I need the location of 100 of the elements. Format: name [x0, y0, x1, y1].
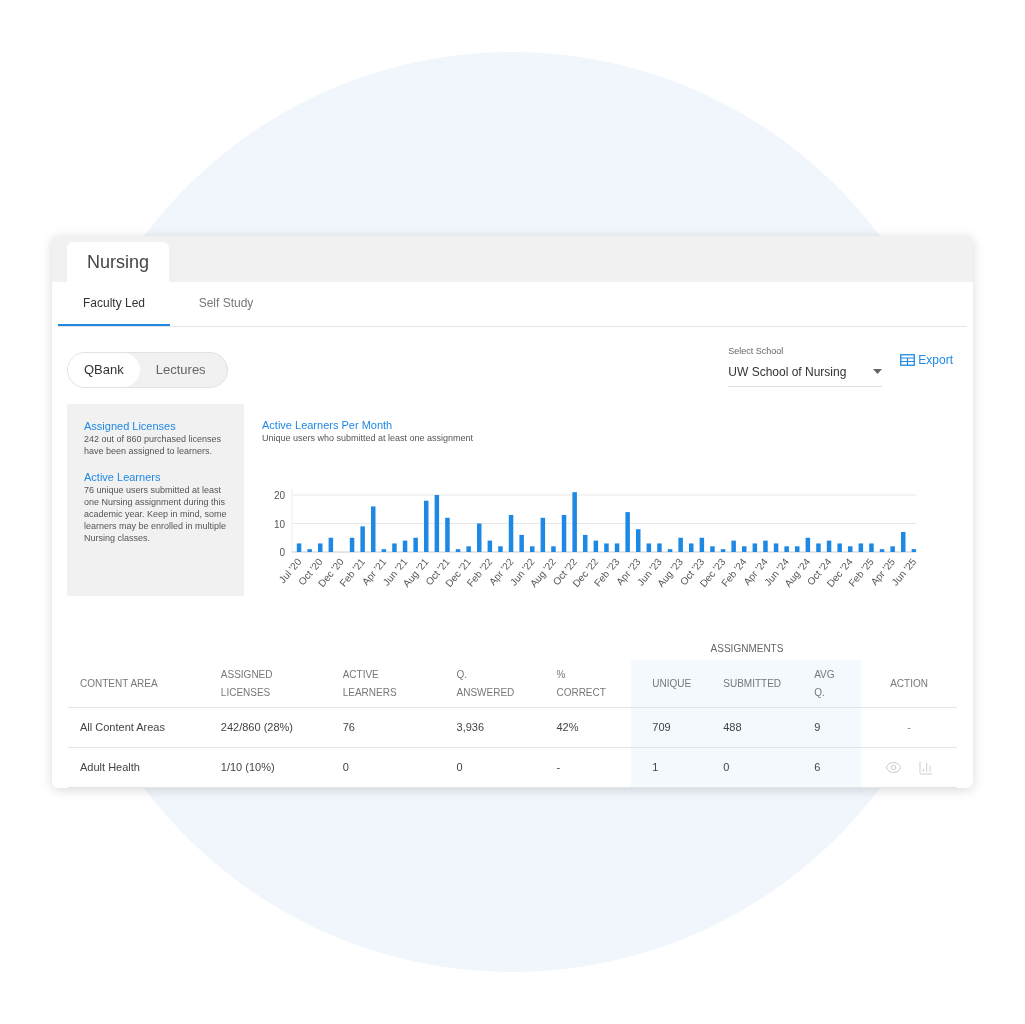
- bar: [773, 543, 779, 552]
- bar: [752, 543, 758, 552]
- bar: [784, 546, 789, 552]
- bar: [890, 546, 895, 552]
- column-header: CONTENT AREA: [80, 676, 158, 691]
- table-cell-text: 6: [814, 760, 821, 776]
- bar: [572, 492, 577, 552]
- bar: [318, 543, 323, 552]
- bar: [657, 543, 662, 552]
- summary-title: Active Learners: [84, 471, 162, 484]
- column-header: ACTIVE LEARNERS: [342, 667, 397, 700]
- bar: [561, 514, 567, 552]
- summary-text: 76 unique users submitted at least one Nursing assignment during this academic year. Keep in mind, some learners may be enrolled in multiple Nursing classes.: [84, 484, 227, 544]
- bar: [508, 514, 514, 552]
- tab[interactable]: Self Study: [170, 282, 282, 326]
- bar: [763, 540, 768, 552]
- dropdown-caret-icon: [873, 369, 883, 375]
- toggle-option[interactable]: QBank: [68, 353, 140, 387]
- bar: [434, 495, 440, 552]
- bar: [530, 546, 535, 552]
- chart-subtitle: Unique users who submitted at least one assignment: [262, 432, 475, 444]
- bar: [710, 546, 715, 552]
- table-cell-text: 76: [342, 720, 355, 736]
- bar-chart-icon[interactable]: [917, 759, 934, 776]
- bar: [911, 549, 917, 552]
- summary-text: 242 out of 860 purchased licenses have been assigned to learners.: [84, 433, 223, 457]
- bar: [307, 549, 312, 552]
- table-cell-text: -: [556, 760, 561, 776]
- bar: [349, 537, 355, 552]
- bar: [805, 537, 811, 552]
- table-cell-text: -: [907, 720, 911, 736]
- summary-title: Assigned Licenses: [84, 420, 177, 433]
- bar: [678, 537, 683, 552]
- table-cell-text: All Content Areas: [80, 720, 165, 736]
- toggle-option[interactable]: Lectures: [139, 353, 222, 387]
- table-cell-text: 1: [652, 760, 659, 776]
- bar: [795, 546, 800, 552]
- bar: [455, 549, 461, 552]
- bar: [402, 540, 408, 552]
- bar: [901, 532, 906, 552]
- bar: [636, 529, 641, 552]
- bar: [477, 523, 482, 552]
- bar: [296, 543, 302, 552]
- table-icon: [900, 354, 916, 367]
- column-header: AVG Q.: [814, 667, 835, 700]
- column-header: Q. ANSWERED: [456, 667, 515, 700]
- y-axis-label: 0: [279, 547, 285, 558]
- bar: [879, 549, 885, 552]
- bar: [360, 526, 365, 552]
- table-cell-text: 3,936: [456, 720, 485, 736]
- table-cell-text: 42%: [556, 720, 579, 736]
- table-cell-text: Adult Health: [80, 760, 140, 776]
- bar: [593, 540, 599, 552]
- bar: [328, 537, 334, 552]
- table-cell-text: 9: [814, 720, 821, 736]
- bar: [519, 534, 524, 552]
- chart-title: Active Learners Per Month: [262, 419, 394, 432]
- bar: [540, 517, 546, 552]
- table-cell-text: 0: [342, 760, 349, 776]
- bar: [381, 549, 387, 552]
- table-cell-text: 0: [456, 760, 463, 776]
- bar: [551, 546, 556, 552]
- y-axis-label: 20: [273, 490, 285, 501]
- bar: [858, 543, 864, 552]
- bar: [837, 543, 842, 552]
- column-header: ACTION: [890, 676, 928, 691]
- column-header: ASSIGNED LICENSES: [220, 667, 273, 700]
- table-cell-text: 709: [652, 720, 671, 736]
- bar: [689, 543, 694, 552]
- bar: [498, 546, 503, 552]
- bar: [413, 537, 418, 552]
- bar: [392, 543, 397, 552]
- school-select[interactable]: Select School UW School of Nursing: [728, 345, 883, 387]
- table-cell-text: 488: [723, 720, 742, 736]
- table-cell-text: 242/860 (28%): [220, 720, 293, 736]
- bar: [487, 540, 493, 552]
- bar: [625, 512, 630, 552]
- table-cell-text: 0: [723, 760, 730, 776]
- bar: [466, 546, 471, 552]
- bar: [424, 500, 429, 552]
- table-cell-text: 1/10 (10%): [220, 760, 275, 776]
- column-header: UNIQUE: [652, 676, 692, 691]
- bar: [646, 543, 652, 552]
- bar: [869, 543, 874, 552]
- bar: [816, 543, 821, 552]
- bar: [742, 546, 747, 552]
- group-header: ASSIGNMENTS: [710, 641, 784, 656]
- bar: [614, 543, 620, 552]
- bar: [667, 549, 673, 552]
- bar: [583, 534, 588, 552]
- bar: [371, 506, 376, 552]
- bar: [731, 540, 736, 552]
- export-button[interactable]: Export: [900, 351, 953, 370]
- header-tab[interactable]: Nursing: [67, 242, 170, 283]
- tab[interactable]: Faculty Led: [58, 282, 170, 326]
- bar: [848, 546, 853, 552]
- view-eye-icon[interactable]: [884, 759, 902, 776]
- bar: [699, 537, 705, 552]
- column-header: % CORRECT: [556, 667, 606, 700]
- bar: [604, 543, 609, 552]
